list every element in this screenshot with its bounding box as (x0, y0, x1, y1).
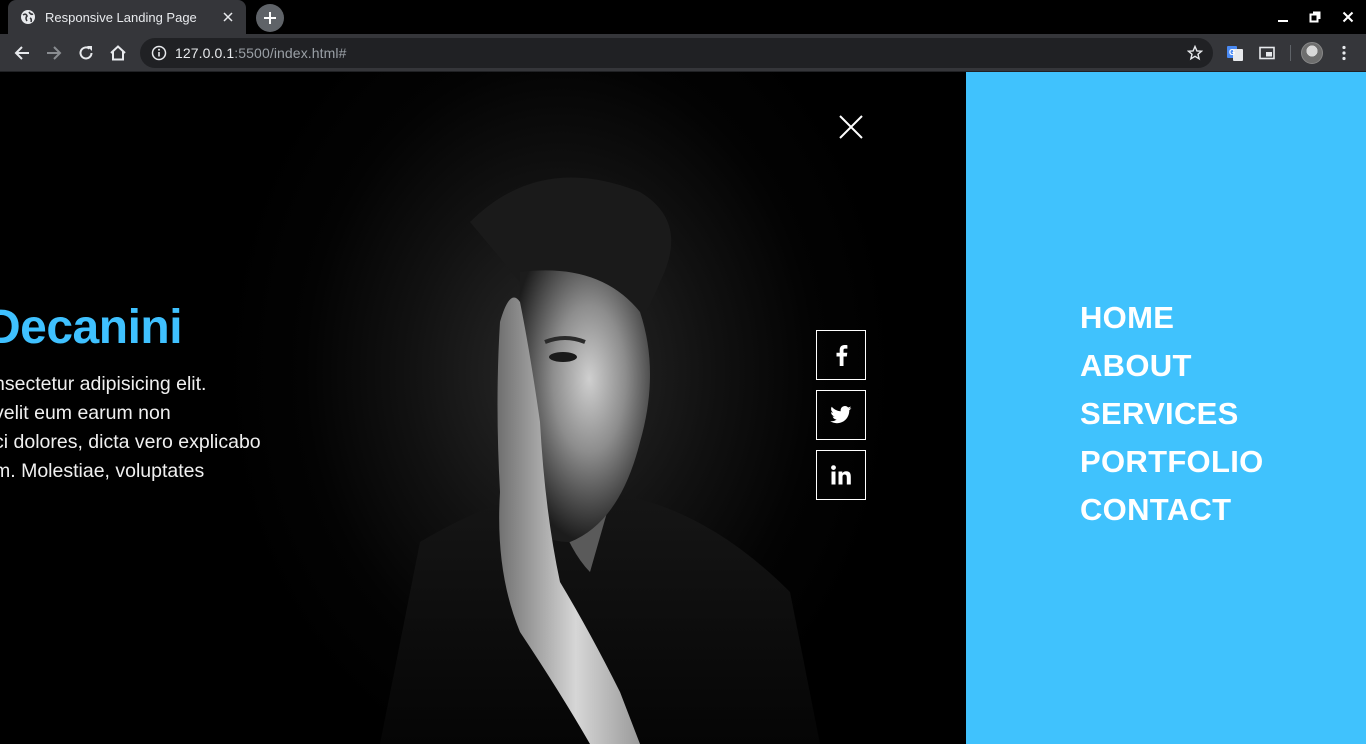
close-window-button[interactable] (1332, 0, 1364, 34)
toolbar-separator (1290, 45, 1291, 61)
translate-icon: G (1227, 46, 1243, 61)
profile-avatar[interactable] (1301, 42, 1323, 64)
picture-in-picture-icon (1259, 46, 1275, 60)
new-tab-button[interactable] (256, 4, 284, 32)
navigation-panel: HOME ABOUT SERVICES PORTFOLIO CONTACT (966, 72, 1366, 744)
nav-item-about[interactable]: ABOUT (1080, 342, 1264, 390)
svg-text:G: G (1229, 48, 1235, 57)
linkedin-link[interactable] (816, 450, 866, 500)
twitter-link[interactable] (816, 390, 866, 440)
browser-tab[interactable]: Responsive Landing Page (8, 0, 246, 34)
nav-item-contact[interactable]: CONTACT (1080, 486, 1264, 534)
linkedin-icon (831, 465, 851, 485)
plus-icon (264, 12, 276, 24)
landing-page: Decanini nsectetur adipisicing elit. vel… (0, 72, 1366, 744)
globe-icon (20, 9, 36, 25)
address-bar[interactable]: 127.0.0.1:5500/index.html# (140, 38, 1213, 68)
bookmark-star-icon[interactable] (1187, 45, 1203, 61)
close-tab-icon[interactable] (220, 9, 236, 25)
url-text: 127.0.0.1:5500/index.html# (175, 45, 347, 61)
home-button[interactable] (102, 37, 134, 69)
hero-heading: Decanini (0, 301, 183, 354)
close-icon (839, 115, 863, 139)
twitter-icon (830, 406, 852, 424)
restore-button[interactable] (1299, 0, 1331, 34)
media-router-button[interactable] (1251, 37, 1283, 69)
minimize-button[interactable] (1267, 0, 1299, 34)
hero-paragraph-line: velit eum earum non (0, 402, 171, 424)
nav-item-services[interactable]: SERVICES (1080, 390, 1264, 438)
facebook-icon (836, 345, 848, 366)
back-button[interactable] (6, 37, 38, 69)
arrow-left-icon (14, 46, 29, 60)
hero-paragraph-line: m. Molestiae, voluptates (0, 460, 205, 482)
close-icon (1342, 11, 1354, 23)
reload-button[interactable] (70, 37, 102, 69)
translate-button[interactable]: G (1219, 37, 1251, 69)
hero-section: Decanini nsectetur adipisicing elit. vel… (0, 72, 966, 744)
url-host: 127.0.0.1 (175, 45, 235, 61)
nav-menu: HOME ABOUT SERVICES PORTFOLIO CONTACT (1080, 294, 1264, 534)
reload-icon (79, 46, 93, 60)
arrow-right-icon (47, 46, 62, 60)
hero-paragraph: nsectetur adipisicing elit. velit eum ea… (0, 370, 261, 486)
hero-paragraph-line: nsectetur adipisicing elit. (0, 373, 207, 395)
browser-menu-button[interactable] (1328, 37, 1360, 69)
social-links (816, 330, 866, 510)
url-path: :5500/index.html# (234, 45, 347, 61)
restore-icon (1309, 11, 1321, 23)
home-icon (110, 45, 126, 61)
info-icon[interactable] (151, 45, 167, 61)
nav-item-portfolio[interactable]: PORTFOLIO (1080, 438, 1264, 486)
minimize-icon (1278, 20, 1288, 22)
browser-toolbar: 127.0.0.1:5500/index.html# G (0, 34, 1366, 72)
facebook-link[interactable] (816, 330, 866, 380)
forward-button[interactable] (38, 37, 70, 69)
close-menu-button[interactable] (838, 114, 864, 140)
tab-title: Responsive Landing Page (45, 9, 197, 25)
nav-item-home[interactable]: HOME (1080, 294, 1264, 342)
tab-strip: Responsive Landing Page (0, 0, 1366, 34)
hero-paragraph-line: ci dolores, dicta vero explicabo (0, 431, 261, 453)
kebab-menu-icon (1342, 45, 1346, 61)
